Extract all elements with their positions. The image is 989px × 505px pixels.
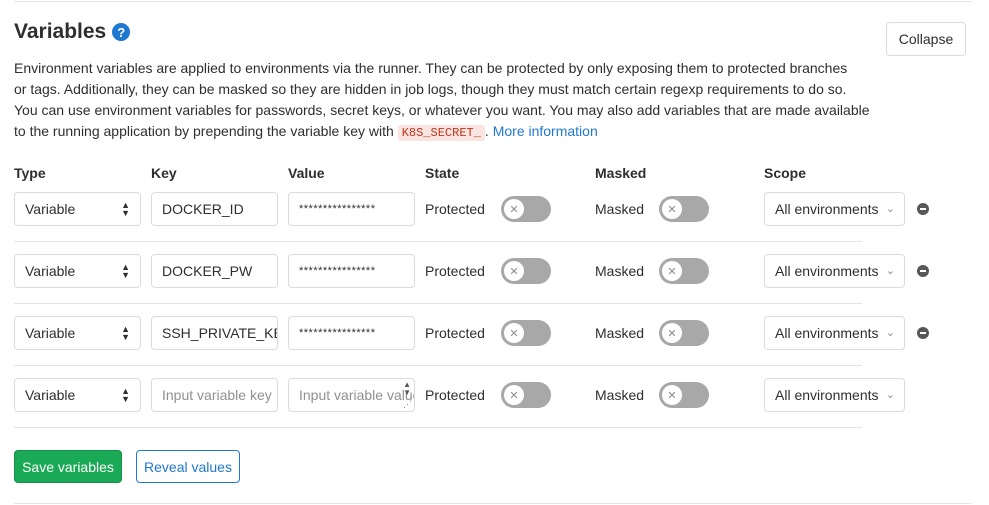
value-input[interactable]: **************** — [288, 316, 415, 350]
chevron-down-icon: ⌄ — [885, 327, 895, 339]
value-textarea[interactable]: Input variable value ▲ ▼ ⋰ — [288, 378, 415, 412]
reveal-values-button[interactable]: Reveal values — [136, 450, 240, 483]
masked-toggle[interactable]: ✕ — [659, 382, 709, 408]
masked-toggle[interactable]: ✕ — [659, 196, 709, 222]
spinner-arrows-icon[interactable]: ▲ ▼ — [403, 381, 411, 397]
sort-arrows-icon: ▲ ▼ — [121, 262, 130, 280]
variable-row: Variable ▲▼ SSH_PRIVATE_KEY ************… — [14, 304, 905, 366]
masked-label: Masked — [595, 263, 645, 279]
resize-grip-icon[interactable]: ⋰ — [403, 399, 412, 410]
key-input[interactable]: DOCKER_ID — [151, 192, 278, 226]
description-line-1: Environment variables are applied to env… — [14, 60, 848, 76]
save-variables-button[interactable]: Save variables — [14, 450, 122, 483]
type-select-value: Variable — [25, 325, 76, 341]
k8s-secret-code: K8S_SECRET_ — [397, 125, 485, 141]
column-header-masked: Masked — [595, 165, 647, 181]
protected-toggle[interactable]: ✕ — [501, 258, 551, 284]
type-select[interactable]: Variable ▲ ▼ — [14, 316, 141, 350]
value-placeholder: Input variable value — [299, 387, 415, 403]
type-select-value: Variable — [25, 387, 76, 403]
variable-row: Variable ▲ ▼ DOCKER_PW **************** P… — [14, 242, 905, 304]
description-line-2: or tags. Additionally, they can be maske… — [14, 81, 847, 97]
type-select-value: Variable — [25, 263, 76, 279]
close-icon: ✕ — [662, 199, 682, 219]
scope-select[interactable]: All environments ⌄ — [764, 254, 905, 288]
remove-variable-button[interactable] — [917, 203, 929, 215]
type-select-value: Variable — [25, 201, 76, 217]
type-select[interactable]: Variable ▲ ▼ — [14, 378, 141, 412]
section-title: Variables ? — [14, 20, 131, 44]
close-icon: ✕ — [662, 385, 682, 405]
chevron-down-icon: ⌄ — [885, 265, 895, 277]
bottom-divider — [14, 503, 972, 504]
description: Environment variables are applied to env… — [14, 58, 870, 144]
masked-label: Masked — [595, 201, 645, 217]
scope-select-value: All environments — [775, 201, 879, 217]
protected-label: Protected — [425, 263, 485, 279]
column-header-state: State — [425, 165, 460, 181]
collapse-button[interactable]: Collapse — [886, 22, 966, 56]
close-icon: ✕ — [504, 199, 524, 219]
protected-toggle[interactable]: ✕ — [501, 382, 551, 408]
description-line-4: to the running application by prepending… — [14, 121, 864, 144]
scope-select[interactable]: All environments ⌄ — [764, 192, 905, 226]
masked-label: Masked — [595, 325, 645, 341]
sort-arrows-icon: ▲ ▼ — [121, 324, 130, 342]
sort-arrows-icon: ▲ ▼ — [121, 386, 130, 404]
column-header-key: Key — [151, 165, 177, 181]
sort-arrows-icon: ▲ ▼ — [121, 200, 130, 218]
scope-select[interactable]: All environments ⌄ — [764, 378, 905, 412]
description-line-4-suffix: . — [484, 123, 489, 139]
scope-select-value: All environments — [775, 325, 879, 341]
type-select[interactable]: Variable ▲ ▼ — [14, 192, 141, 226]
minus-icon — [920, 208, 926, 210]
more-information-link[interactable]: More information — [493, 123, 598, 139]
remove-variable-button[interactable] — [917, 265, 929, 277]
protected-label: Protected — [425, 387, 485, 403]
column-header-scope: Scope — [764, 165, 807, 181]
protected-label: Protected — [425, 325, 485, 341]
description-line-4-prefix: to the running application by prepending… — [14, 123, 398, 139]
protected-toggle[interactable]: ✕ — [501, 320, 551, 346]
close-icon: ✕ — [662, 261, 682, 281]
masked-toggle[interactable]: ✕ — [659, 320, 709, 346]
top-divider — [14, 1, 972, 2]
close-icon: ✕ — [504, 261, 524, 281]
chevron-down-icon: ⌄ — [885, 203, 895, 215]
minus-icon — [920, 270, 926, 272]
remove-variable-button[interactable] — [917, 327, 929, 339]
value-input[interactable]: **************** — [288, 192, 415, 226]
chevron-down-icon: ⌄ — [885, 389, 895, 401]
scope-select[interactable]: All environments ⌄ — [764, 316, 905, 350]
close-icon: ✕ — [662, 323, 682, 343]
masked-toggle[interactable]: ✕ — [659, 258, 709, 284]
column-header-value: Value — [288, 165, 325, 181]
protected-label: Protected — [425, 201, 485, 217]
question-circle-icon[interactable]: ? — [112, 23, 131, 41]
minus-icon — [920, 332, 926, 334]
key-input[interactable]: SSH_PRIVATE_KEY — [151, 316, 278, 350]
value-input[interactable]: **************** — [288, 254, 415, 288]
variable-row: Variable ▲ ▼ DOCKER_ID **************** P… — [14, 180, 905, 242]
description-line-3: You can use environment variables for pa… — [14, 102, 870, 118]
scope-select-value: All environments — [775, 387, 879, 403]
key-input[interactable]: Input variable key — [151, 378, 278, 412]
close-icon: ✕ — [504, 385, 524, 405]
column-header-type: Type — [14, 165, 46, 181]
type-select[interactable]: Variable ▲ ▼ — [14, 254, 141, 288]
key-input[interactable]: DOCKER_PW — [151, 254, 278, 288]
masked-label: Masked — [595, 387, 645, 403]
variable-row-new: Variable ▲ ▼ Input variable key Input var… — [14, 366, 905, 428]
protected-toggle[interactable]: ✕ — [501, 196, 551, 222]
close-icon: ✕ — [504, 323, 524, 343]
section-title-text: Variables — [14, 20, 107, 43]
scope-select-value: All environments — [775, 263, 879, 279]
